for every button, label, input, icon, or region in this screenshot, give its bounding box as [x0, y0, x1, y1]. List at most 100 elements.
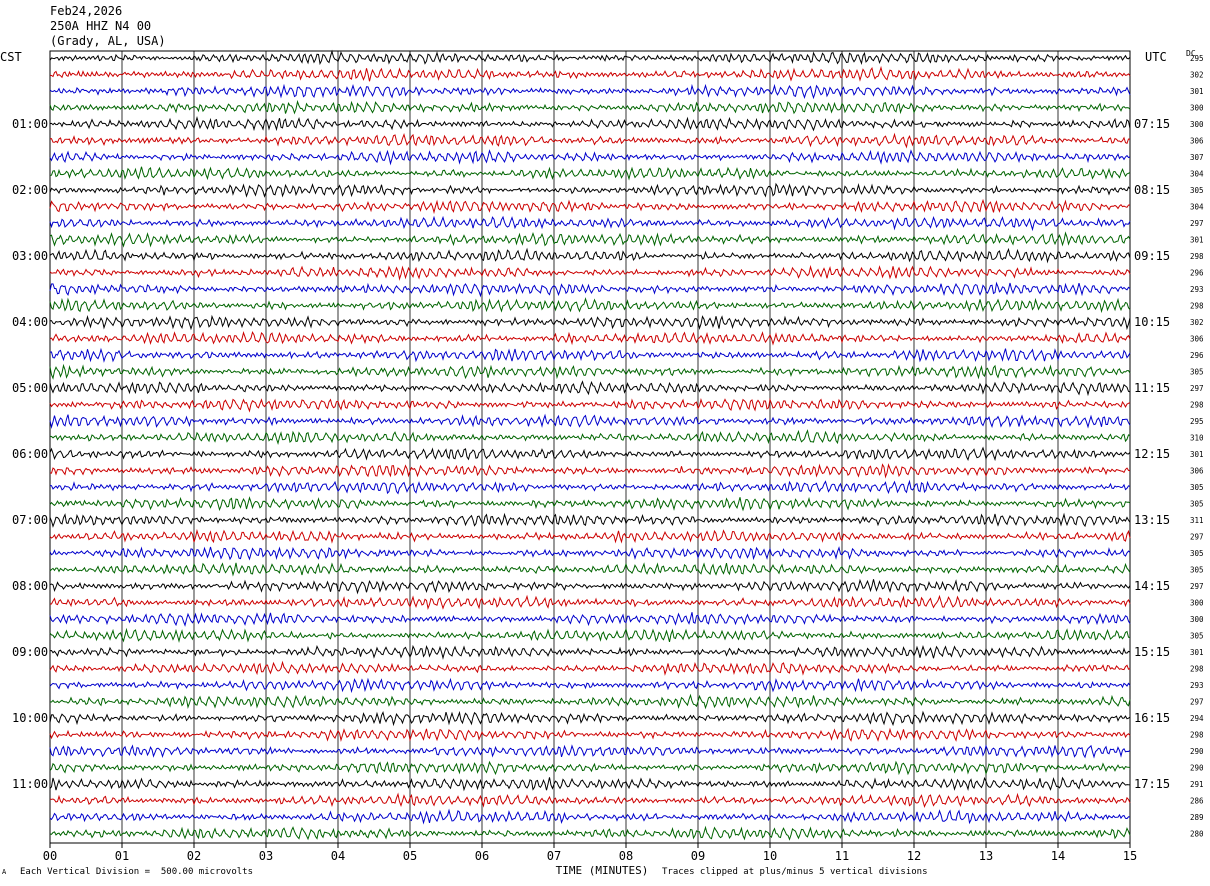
dc-offset-label: 302: [1190, 318, 1204, 327]
trace-3: [49, 83, 1131, 100]
trace-15: [49, 281, 1131, 298]
trace-18: [49, 330, 1131, 346]
dc-offset-label: 305: [1190, 186, 1204, 195]
trace-46: [49, 792, 1131, 808]
right-hour-label: 17:15: [1134, 777, 1170, 791]
trace-41: [49, 710, 1131, 727]
dc-offset-label: 296: [1190, 269, 1204, 278]
x-tick-label: 00: [43, 849, 57, 863]
dc-offset-label: 305: [1190, 368, 1204, 377]
dc-offset-label: 297: [1190, 533, 1204, 542]
dc-offset-label: 298: [1190, 252, 1204, 261]
dc-offset-label: 300: [1190, 615, 1204, 624]
dc-offset-label: 305: [1190, 483, 1204, 492]
dc-offset-label: 296: [1190, 351, 1204, 360]
trace-21: [49, 380, 1131, 397]
trace-27: [49, 479, 1131, 495]
seismogram-plot: 295 302 301 300 300 306 307 304 305 304 297 301 298 2…: [12, 49, 1204, 877]
trace-5: [49, 115, 1131, 132]
x-tick-label: 06: [475, 849, 489, 863]
dc-offset-label: 305: [1190, 549, 1204, 558]
trace-22: [49, 397, 1131, 413]
x-tick-label: 14: [1051, 849, 1065, 863]
trace-48: [49, 825, 1131, 841]
left-hour-label: 05:00: [12, 381, 48, 395]
left-hour-label: 01:00: [12, 117, 48, 131]
dc-offset-label: 294: [1190, 714, 1204, 723]
x-tick-label: 09: [691, 849, 705, 863]
trace-8: [49, 166, 1131, 181]
x-axis-label: TIME (MINUTES): [556, 864, 649, 877]
x-tick-label: 12: [907, 849, 921, 863]
trace-45: [49, 776, 1131, 792]
dc-offset-label: 298: [1190, 302, 1204, 311]
dc-offset-label: 297: [1190, 219, 1204, 228]
trace-6: [49, 132, 1131, 149]
dc-offset-label: 293: [1190, 681, 1204, 690]
trace-10: [49, 198, 1131, 215]
dc-offset-label: 293: [1190, 285, 1204, 294]
dc-offset-label: 301: [1190, 236, 1204, 245]
dc-offset-label: 304: [1190, 170, 1204, 179]
left-hour-label: 03:00: [12, 249, 48, 263]
left-hour-label: 04:00: [12, 315, 48, 329]
x-tick-label: 03: [259, 849, 273, 863]
x-tick-label: 11: [835, 849, 849, 863]
trace-30: [49, 528, 1131, 544]
trace-39: [49, 677, 1131, 694]
dc-offset-label: 297: [1190, 698, 1204, 707]
dc-offset-label: 291: [1190, 780, 1204, 789]
trace-32: [49, 562, 1131, 577]
right-hour-label: 12:15: [1134, 447, 1170, 461]
dc-offset-label: 298: [1190, 731, 1204, 740]
right-hour-label: 11:15: [1134, 381, 1170, 395]
scale-note: Each Vertical Division = 500.00 microvol…: [20, 867, 253, 877]
right-hour-label: 15:15: [1134, 645, 1170, 659]
x-tick-label: 05: [403, 849, 417, 863]
dc-offset-label: 302: [1190, 71, 1204, 80]
dc-offset-label: 297: [1190, 384, 1204, 393]
trace-28: [49, 496, 1131, 512]
trace-24: [49, 429, 1131, 445]
trace-14: [49, 264, 1131, 281]
right-hour-label: 16:15: [1134, 711, 1170, 725]
dc-offset-label: 311: [1190, 516, 1204, 525]
dc-offset-label: 301: [1190, 648, 1204, 657]
dc-offset-label: 300: [1190, 104, 1204, 113]
dc-offset-label: 290: [1190, 747, 1204, 756]
left-hour-label: 11:00: [12, 777, 48, 791]
dc-offset-label: 304: [1190, 203, 1204, 212]
trace-25: [49, 446, 1131, 462]
corner-mark: A: [2, 868, 7, 876]
trace-40: [50, 693, 1131, 710]
x-tick-label: 15: [1123, 849, 1137, 863]
left-hour-label: 09:00: [12, 645, 48, 659]
left-hour-label: 08:00: [12, 579, 48, 593]
trace-38: [49, 660, 1131, 676]
dc-offset-label: 307: [1190, 153, 1204, 162]
trace-20: [49, 363, 1131, 380]
x-tick-label: 01: [115, 849, 129, 863]
right-hour-label: 07:15: [1134, 117, 1170, 131]
dc-offset-label: 306: [1190, 137, 1204, 146]
trace-2: [49, 65, 1131, 82]
dc-offset-label: 306: [1190, 335, 1204, 344]
dc-offset-label: 301: [1190, 87, 1204, 96]
trace-44: [49, 760, 1131, 776]
dc-offset-label: 301: [1190, 450, 1204, 459]
dc-offset-label: 295: [1190, 54, 1204, 63]
dc-offset-label: 298: [1190, 401, 1204, 410]
dc-offset-label: 286: [1190, 797, 1204, 806]
trace-42: [49, 727, 1131, 742]
x-tick-label: 10: [763, 849, 777, 863]
dc-offset-label: 305: [1190, 500, 1204, 509]
trace-13: [49, 247, 1131, 264]
dc-offset-label: 305: [1190, 566, 1204, 575]
trace-19: [49, 347, 1131, 363]
trace-26: [49, 463, 1131, 479]
x-tick-label: 13: [979, 849, 993, 863]
left-hour-label: 06:00: [12, 447, 48, 461]
dc-offset-label: 280: [1190, 830, 1204, 839]
dc-offset-label: 300: [1190, 120, 1204, 129]
trace-47: [49, 808, 1131, 825]
